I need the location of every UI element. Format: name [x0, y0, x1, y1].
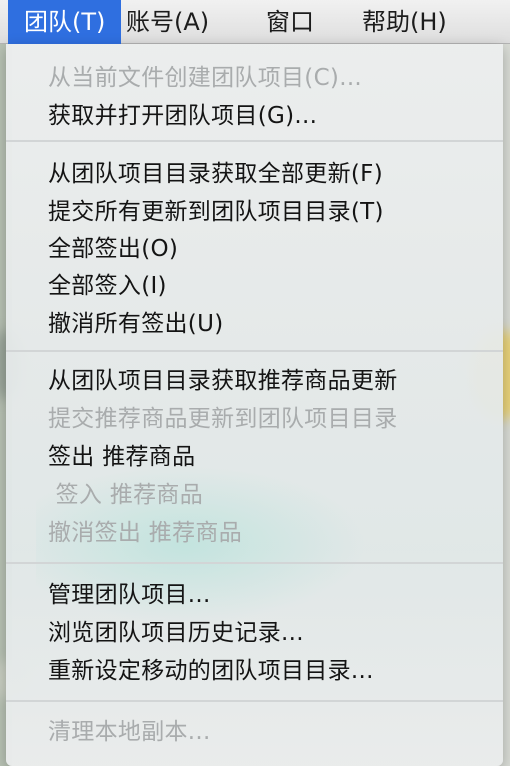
menu-bar: 团队(T) 账号(A) 窗口 帮助(H) — [0, 0, 510, 44]
menubar-item-2[interactable]: 窗口 — [266, 0, 314, 44]
manage-team-projects-item[interactable]: 管理团队项目... — [48, 575, 211, 609]
menu-separator-2 — [6, 562, 503, 564]
check-in-all-item[interactable]: 全部签入(I) — [48, 266, 167, 300]
get-featured-updates-item[interactable]: 从团队项目目录获取推荐商品更新 — [48, 361, 398, 395]
get-all-updates-item[interactable]: 从团队项目目录获取全部更新(F) — [48, 154, 383, 188]
menu-separator-3 — [6, 700, 503, 702]
relocate-team-project-item[interactable]: 重新设定移动的团队项目目录... — [48, 651, 374, 685]
undo-checkout-featured-item: 撤消签出 推荐商品 — [48, 520, 243, 546]
menu-separator-1 — [6, 350, 503, 352]
menubar-item-3[interactable]: 帮助(H) — [362, 0, 447, 44]
check-out-featured-item[interactable]: 签出 推荐商品 — [48, 437, 195, 471]
get-open-team-project-item[interactable]: 获取并打开团队项目(G)... — [48, 96, 317, 130]
team-dropdown-menu: 从当前文件创建团队项目(C)... 获取并打开团队项目(G)... 从团队项目目录获… — [6, 44, 503, 766]
submit-featured-updates-item: 提交推荐商品更新到团队项目目录 — [48, 406, 398, 432]
clean-local-copy-item: 清理本地副本... — [48, 719, 211, 745]
menubar-item-1[interactable]: 账号(A) — [126, 0, 209, 44]
browse-team-history-item[interactable]: 浏览团队项目历史记录... — [48, 613, 304, 647]
check-out-all-item[interactable]: 全部签出(O) — [48, 229, 178, 263]
undo-all-checkouts-item[interactable]: 撤消所有签出(U) — [48, 304, 223, 338]
menubar-item-0[interactable]: 团队(T) — [8, 0, 122, 44]
check-in-featured-item: 签入 推荐商品 — [48, 482, 204, 508]
submit-all-updates-item[interactable]: 提交所有更新到团队项目目录(T) — [48, 192, 384, 226]
menu-separator-0 — [6, 140, 503, 142]
create-team-project-item: 从当前文件创建团队项目(C)... — [48, 65, 363, 91]
